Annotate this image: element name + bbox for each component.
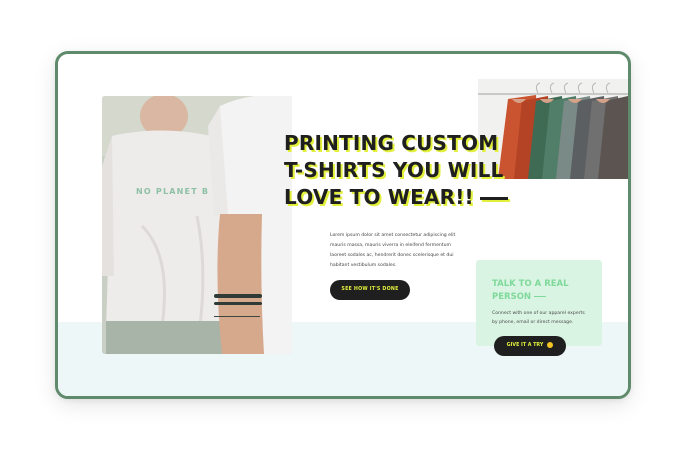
headline-dash — [479, 197, 508, 200]
card-title-dash — [534, 295, 547, 298]
card-text: Connect with one of our apparel experts … — [492, 311, 585, 325]
headline-line-2: T-SHIRTS YOU WILL — [284, 158, 504, 182]
hero-description: Lorem ipsum dolor sit amet consectetur a… — [330, 233, 456, 268]
headline-line-3: LOVE TO WEAR!! — [284, 185, 474, 209]
give-it-a-try-button[interactable]: GIVE IT A TRY — [494, 336, 566, 356]
shirt-print-text: NO PLANET B — [136, 187, 209, 196]
hero-photo: NO PLANET B — [102, 96, 292, 354]
smiley-icon — [547, 341, 554, 348]
hero-headline: PRINTING CUSTOM T-SHIRTS YOU WILL LOVE T… — [284, 130, 508, 211]
browser-frame: NO PLANET B PRINTING CUSTOM T-SHIRTS YOU… — [55, 51, 631, 399]
talk-to-person-card: TALK TO A REAL PERSON Connect with one o… — [476, 260, 602, 346]
hero-photo-svg: NO PLANET B — [102, 96, 292, 354]
give-it-a-try-label: GIVE IT A TRY — [506, 343, 544, 348]
card-title-text: TALK TO A REAL PERSON — [492, 279, 569, 302]
card-title: TALK TO A REAL PERSON — [492, 278, 596, 304]
headline-line-1: PRINTING CUSTOM — [284, 131, 499, 155]
see-how-its-done-button[interactable]: SEE HOW IT'S DONE — [330, 280, 410, 300]
